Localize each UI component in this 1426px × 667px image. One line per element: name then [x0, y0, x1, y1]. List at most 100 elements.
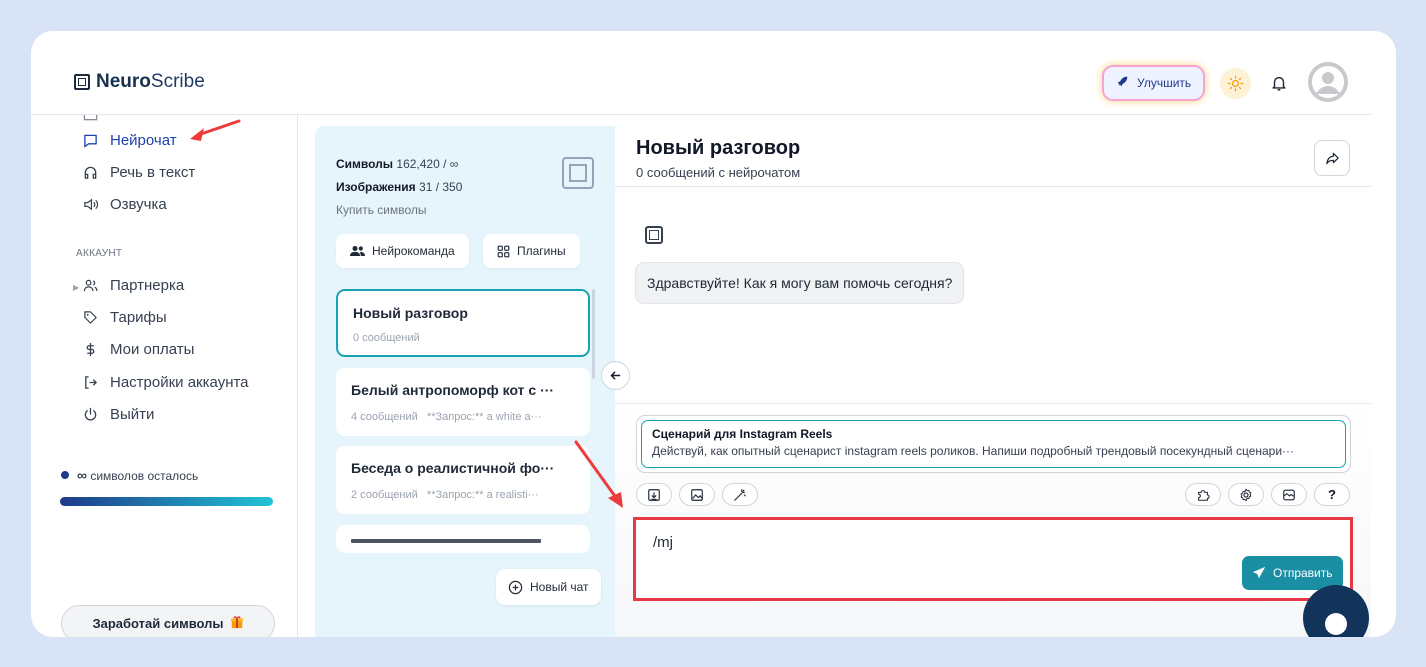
power-icon	[84, 407, 97, 421]
sidebar-item-label: Тарифы	[110, 309, 167, 326]
symbols-label: Символы	[336, 157, 394, 171]
buy-symbols-link[interactable]: Купить символы	[336, 199, 462, 222]
expand-caret-icon[interactable]: ▶	[73, 283, 79, 292]
sidebar-item-speech-to-text[interactable]: Речь в текст	[83, 164, 195, 181]
chat-list-item[interactable]: Беседа о реалистичной фо··· 2 сообщений …	[336, 446, 590, 514]
sidebar: Нейрочат Речь в текст Озвучка АККАУНТ ▶ …	[31, 115, 298, 637]
sidebar-item-label: Мои оплаты	[110, 341, 195, 358]
sidebar-item-neurochat[interactable]: Нейрочат	[83, 132, 177, 149]
images-value: 31 / 350	[419, 180, 463, 194]
gallery-button[interactable]	[1271, 483, 1307, 506]
chat-title: Новый разговор	[636, 137, 801, 159]
sidebar-item-account-settings[interactable]: Настройки аккаунта	[83, 374, 249, 391]
upgrade-label: Улучшить	[1137, 76, 1192, 90]
chat-list-item[interactable]: Новый разговор 0 сообщений	[336, 289, 590, 357]
logo-bold: Neuro	[96, 71, 151, 92]
sidebar-item-tariffs[interactable]: Тарифы	[83, 309, 167, 326]
logo[interactable]: NeuroScribe	[74, 71, 205, 93]
collapse-panel-button[interactable]	[601, 361, 630, 390]
sidebar-item-voiceover[interactable]: Озвучка	[83, 196, 167, 213]
plugins-label: Плагины	[517, 244, 566, 258]
neuro-team-label: Нейрокоманда	[372, 244, 455, 258]
chat-preview: **Запрос:** a white a···	[426, 411, 542, 423]
upload-file-button[interactable]	[636, 483, 672, 506]
bell-icon[interactable]	[1267, 71, 1291, 95]
chat-count: 4 сообщений	[351, 411, 418, 423]
team-icon	[350, 246, 365, 256]
prompt-suggestion-card[interactable]: Сценарий для Instagram Reels Действуй, к…	[636, 415, 1351, 473]
scrollbar[interactable]	[592, 289, 595, 379]
usage-stats: Символы 162,420 / ∞ Изображения 31 / 350…	[336, 153, 462, 222]
grid-icon	[497, 245, 510, 257]
credits-status: ∞ символов осталось	[61, 467, 198, 483]
sidebar-item-label: Нейрочат	[110, 132, 177, 149]
sidebar-item-label: Выйти	[110, 406, 155, 423]
section-label-account: АККАУНТ	[76, 248, 123, 259]
prompt-text: Действуй, как опытный сценарист instagra…	[652, 444, 1295, 458]
users-icon	[83, 279, 98, 292]
chat-list-item[interactable]: Белый антропоморф кот с ··· 4 сообщений …	[336, 368, 590, 436]
chat-list-item-partial[interactable]	[336, 525, 590, 553]
dollar-icon	[86, 342, 95, 357]
logo-icon	[74, 74, 90, 90]
chat-count: 0 сообщений	[353, 332, 420, 344]
help-label: ?	[1328, 487, 1336, 502]
speaker-icon	[84, 198, 98, 211]
settings-button[interactable]	[1228, 483, 1264, 506]
plugins-button[interactable]: Плагины	[483, 234, 580, 268]
images-label: Изображения	[336, 180, 416, 194]
magic-wand-icon	[734, 488, 746, 501]
chat-preview: **Запрос:** a realisti···	[426, 489, 539, 501]
sidebar-item-label: Партнерка	[110, 277, 185, 294]
new-chat-label: Новый чат	[530, 580, 589, 594]
credits-symbol: ∞	[77, 467, 87, 483]
new-chat-button[interactable]: Новый чат	[496, 569, 601, 605]
chat-title: Беседа о реалистичной фо···	[351, 460, 555, 476]
plus-circle-icon	[508, 580, 523, 594]
sidebar-item-logout[interactable]: Выйти	[83, 406, 154, 423]
help-button[interactable]: ?	[1314, 483, 1350, 506]
magic-wand-button[interactable]	[722, 483, 758, 506]
sidebar-item-partner[interactable]: Партнерка	[83, 277, 184, 294]
theme-toggle-sun-icon[interactable]	[1220, 68, 1251, 99]
earn-credits-label: Заработай символы	[92, 616, 224, 631]
rocket-icon	[1116, 75, 1129, 91]
chat-title: Новый разговор	[353, 305, 468, 321]
arrow-left-icon	[610, 371, 621, 380]
chat-count: 2 сообщений	[351, 489, 418, 501]
chat-bubble-icon	[84, 134, 97, 148]
earn-credits-button[interactable]: Заработай символы	[61, 605, 275, 637]
share-button[interactable]	[1314, 140, 1350, 176]
sidebar-item-payments[interactable]: Мои оплаты	[83, 341, 194, 358]
symbols-value: 162,420 / ∞	[396, 157, 459, 171]
message-input-value[interactable]: /mj	[653, 534, 673, 551]
bot-avatar-icon	[645, 226, 663, 244]
app-window: NeuroScribe Улучшить Нейрочат Речь в тек…	[31, 31, 1396, 637]
sidebar-item-label: Настройки аккаунта	[110, 374, 249, 391]
tag-icon	[84, 311, 97, 324]
image-icon	[691, 488, 703, 501]
headphones-icon	[84, 166, 97, 179]
gift-icon	[230, 615, 244, 632]
avatar[interactable]	[1308, 62, 1348, 102]
gallery-icon	[1283, 489, 1295, 500]
image-icon	[83, 115, 98, 121]
send-icon	[1252, 566, 1266, 579]
credits-text: символов осталось	[90, 469, 199, 483]
sidebar-item-partial	[83, 115, 98, 122]
chat-header-divider	[615, 186, 1371, 187]
chat-subtitle: 0 сообщений с нейрочатом	[636, 165, 801, 180]
puzzle-icon	[1198, 489, 1210, 501]
sidebar-item-label: Озвучка	[110, 196, 167, 213]
upgrade-button[interactable]: Улучшить	[1104, 67, 1204, 99]
message-input[interactable]: /mj Отправить	[633, 517, 1353, 601]
gear-icon	[1240, 488, 1252, 501]
image-button[interactable]	[679, 483, 715, 506]
neuro-team-button[interactable]: Нейрокоманда	[336, 234, 469, 268]
status-dot	[61, 471, 69, 479]
panel-logo-icon	[562, 157, 594, 189]
login-icon	[85, 376, 98, 389]
plugin-button[interactable]	[1185, 483, 1221, 506]
prompt-title: Сценарий для Instagram Reels	[652, 427, 833, 441]
upload-icon	[648, 488, 660, 501]
